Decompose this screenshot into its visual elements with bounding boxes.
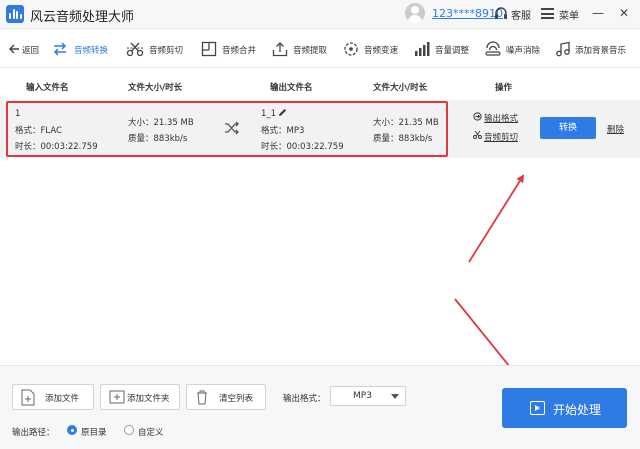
- add-folder-label: 添加文件夹: [127, 394, 170, 404]
- table-header: 输入文件名 文件大小/时长 输出文件名 文件大小/时长 操作: [0, 75, 640, 97]
- noise-icon: [485, 41, 501, 56]
- speed-icon: [344, 42, 358, 56]
- back-label: 返回: [22, 46, 40, 56]
- arrow-to-start: [454, 298, 516, 374]
- radio-original-dir-label: 原目录: [81, 428, 107, 438]
- tab-volume-adjust-label: 音量调整: [435, 46, 470, 56]
- avatar[interactable]: [405, 3, 425, 23]
- output-format-label: 输出格式：: [283, 394, 326, 404]
- delete-link[interactable]: 删除: [607, 123, 624, 135]
- arrow-left-icon: [9, 44, 19, 54]
- add-file-icon: [21, 389, 35, 406]
- output-path-label: 输出路径：: [12, 428, 55, 438]
- app-logo-icon: [6, 5, 24, 23]
- close-button[interactable]: ✕: [614, 3, 634, 23]
- minimize-button[interactable]: —: [588, 3, 608, 23]
- tab-audio-merge[interactable]: 音频合并: [201, 30, 263, 68]
- audio-cut-link[interactable]: 音频剪切: [484, 131, 518, 143]
- col-input-size: 文件大小/时长: [128, 83, 183, 93]
- format-circle-icon: [473, 112, 482, 121]
- radio-original-dir[interactable]: [67, 425, 77, 435]
- tab-audio-cut-label: 音频剪切: [149, 46, 184, 56]
- volume-bars-icon: [415, 42, 430, 56]
- tab-add-bgm[interactable]: 添加背景音乐: [555, 30, 637, 68]
- toolbar: 返回 音频转换 音频剪切 音频合并 音频提取 音频变速 音量调整 噪声消除 添加…: [0, 30, 640, 68]
- col-input-name: 输入文件名: [26, 83, 69, 93]
- col-actions: 操作: [495, 83, 513, 93]
- tab-audio-speed-label: 音频变速: [364, 46, 399, 56]
- output-format-link[interactable]: 输出格式: [484, 112, 518, 124]
- highlight-box: [6, 101, 448, 157]
- app-title: 风云音频处理大师: [30, 10, 135, 25]
- tab-audio-extract[interactable]: 音频提取: [272, 30, 334, 68]
- col-output-name: 输出文件名: [270, 83, 313, 93]
- start-processing-button[interactable]: 开始处理: [502, 388, 627, 428]
- trash-icon: [197, 390, 207, 405]
- radio-custom-dir[interactable]: [124, 425, 134, 435]
- clear-list-button[interactable]: 清空列表: [186, 384, 266, 410]
- upload-icon: [272, 42, 288, 57]
- output-format-select[interactable]: MP3: [330, 386, 406, 406]
- customer-service-label: 客服: [511, 11, 531, 22]
- tab-audio-speed[interactable]: 音频变速: [343, 30, 405, 68]
- back-button[interactable]: 返回: [8, 30, 46, 68]
- radio-custom-dir-label: 自定义: [138, 428, 164, 438]
- tab-audio-cut[interactable]: 音频剪切: [126, 30, 188, 68]
- hamburger-icon: [541, 8, 554, 19]
- tab-volume-adjust[interactable]: 音量调整: [414, 30, 476, 68]
- add-folder-icon: [109, 390, 125, 404]
- tab-noise-removal[interactable]: 噪声消除: [485, 30, 547, 68]
- play-icon: [530, 401, 545, 415]
- user-account-link[interactable]: 123****8910: [432, 7, 503, 20]
- add-folder-button[interactable]: 添加文件夹: [100, 384, 180, 410]
- chevron-down-icon: [391, 394, 399, 399]
- add-file-label: 添加文件: [45, 394, 80, 404]
- tab-add-bgm-label: 添加背景音乐: [575, 46, 627, 56]
- title-bar: 风云音频处理大师 123****8910 客服 菜单 — ✕: [0, 0, 640, 29]
- tab-audio-merge-label: 音频合并: [222, 46, 257, 56]
- convert-icon: [53, 42, 67, 56]
- scissors-small-icon: [473, 130, 482, 139]
- merge-icon: [201, 41, 217, 57]
- menu-label: 菜单: [559, 11, 579, 22]
- col-output-size: 文件大小/时长: [373, 83, 428, 93]
- arrow-to-convert: [468, 174, 525, 263]
- convert-button[interactable]: 转换: [540, 117, 596, 139]
- tab-noise-removal-label: 噪声消除: [506, 46, 541, 56]
- add-file-button[interactable]: 添加文件: [12, 384, 94, 410]
- scissors-icon: [126, 42, 144, 57]
- tab-audio-convert-label: 音频转换: [74, 46, 109, 56]
- bottom-panel: 添加文件 添加文件夹 清空列表 输出格式： MP3 输出路径： 原目录 自定义 …: [0, 365, 640, 449]
- headset-icon: [495, 7, 507, 19]
- output-format-value: MP3: [353, 391, 372, 401]
- clear-list-label: 清空列表: [219, 394, 254, 404]
- tab-audio-extract-label: 音频提取: [293, 46, 328, 56]
- music-note-icon: [556, 41, 570, 57]
- tab-audio-convert[interactable]: 音频转换: [52, 30, 114, 68]
- start-processing-label: 开始处理: [553, 403, 602, 417]
